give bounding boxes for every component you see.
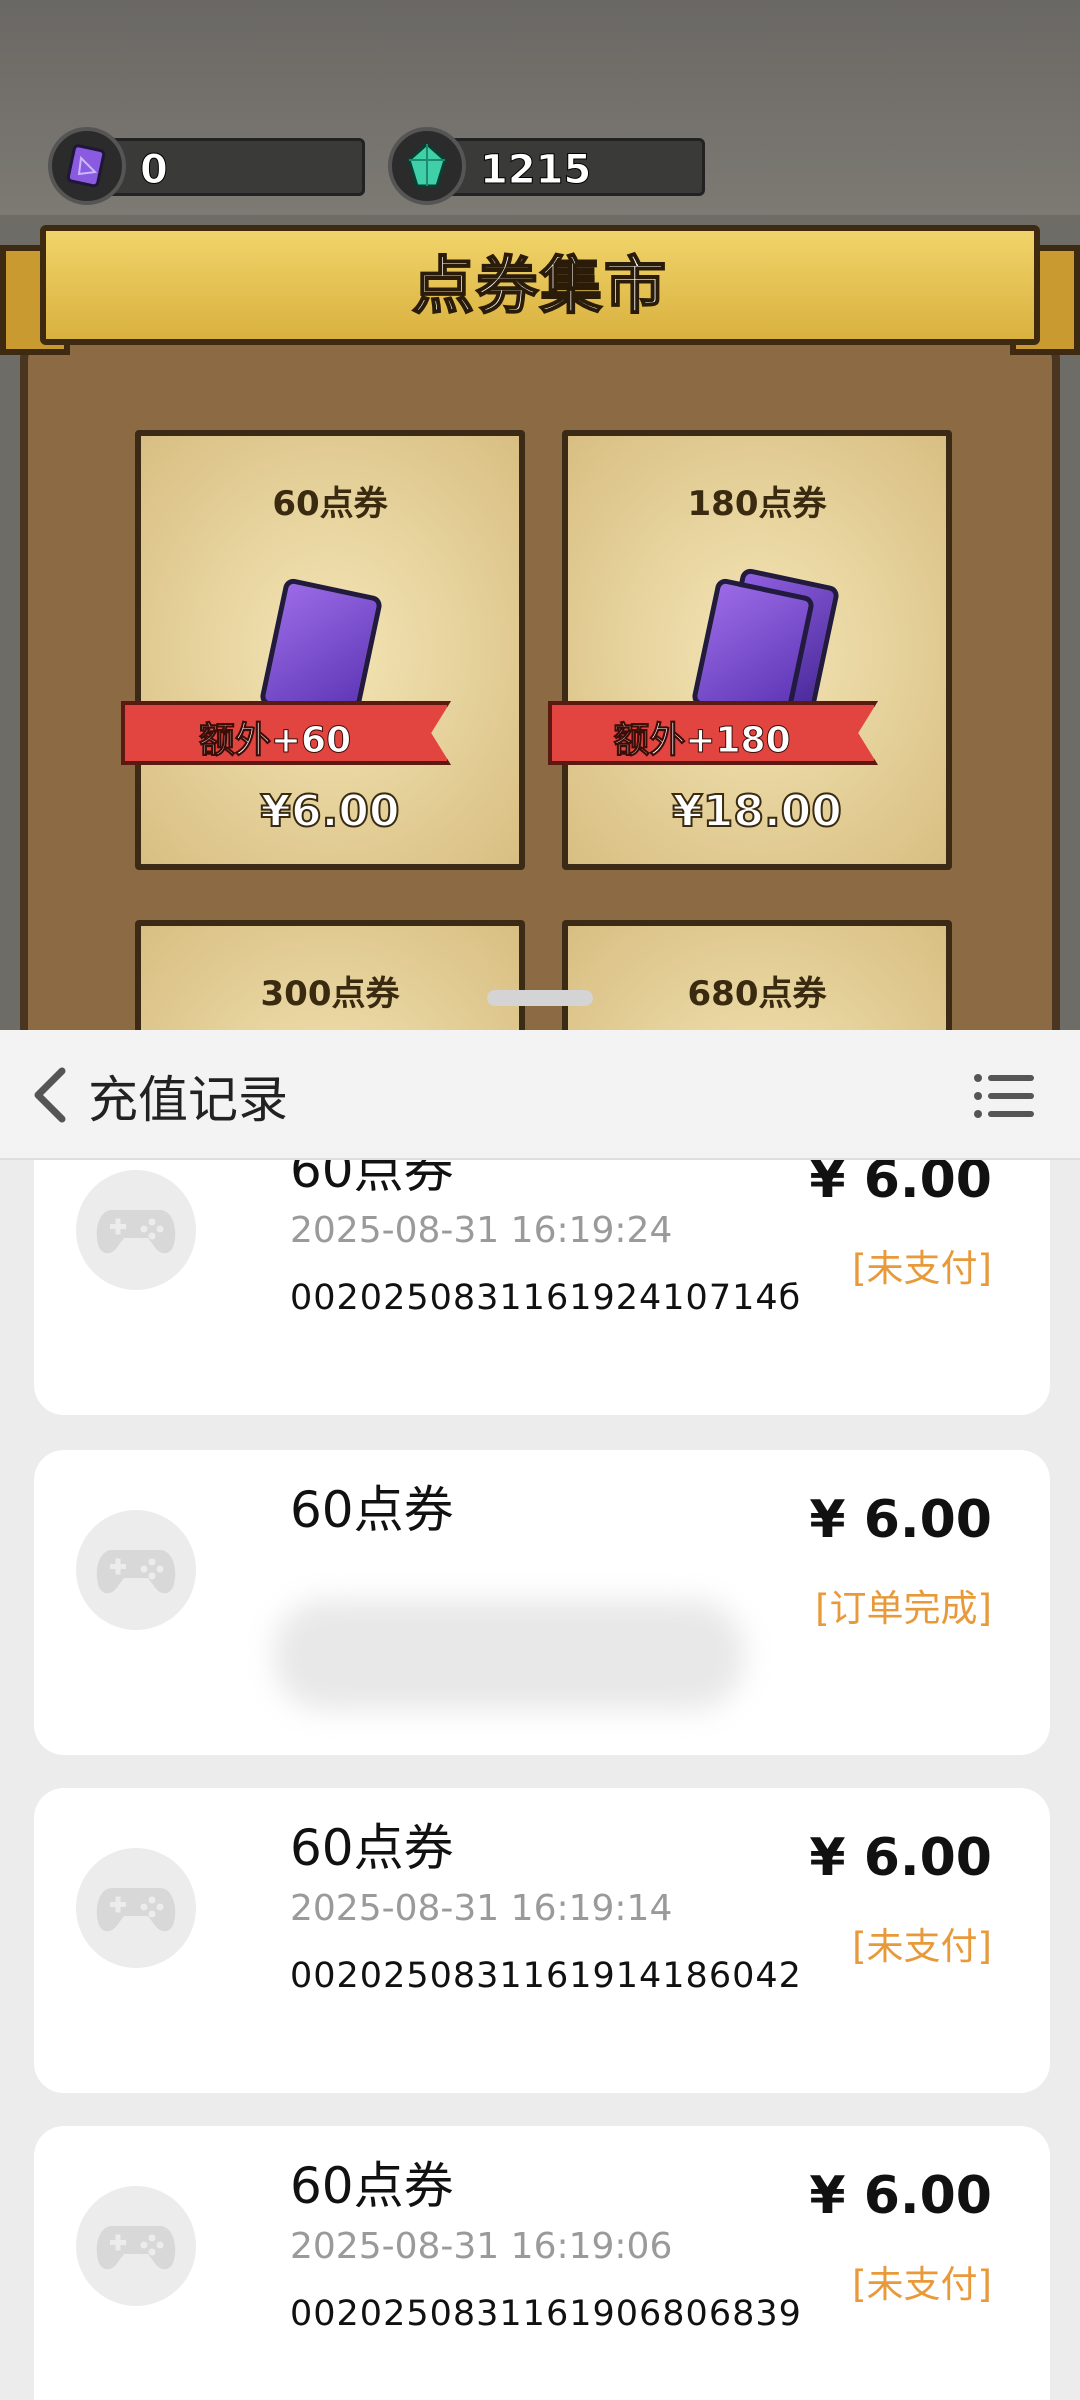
- shop-title: 点券集市: [411, 248, 668, 323]
- page-title: 充值记录: [88, 1071, 288, 1129]
- gamepad-icon: [96, 1210, 176, 1254]
- menu-button[interactable]: [970, 1066, 1040, 1126]
- gamepad-icon: [96, 1550, 176, 1594]
- record-title: 60点券: [290, 1160, 454, 1199]
- card-price: ¥18.00: [671, 785, 843, 838]
- record-item[interactable]: 60点券 2025-08-31 16:19:06 002025083116190…: [34, 2126, 1050, 2400]
- gamepad-icon: [96, 1888, 176, 1932]
- bonus-ribbon: 额外+180: [548, 701, 878, 765]
- record-status[interactable]: [未支付]: [852, 2254, 992, 2308]
- chevron-left-icon: [34, 1067, 66, 1123]
- record-price: ¥ 6.00: [809, 1828, 992, 1888]
- gamepad-icon: [96, 2226, 176, 2270]
- record-order-number: 0020250831161906806839: [290, 2294, 802, 2334]
- card-price: ¥6.00: [259, 785, 400, 838]
- gamepad-avatar: [76, 1170, 196, 1290]
- shop-card-180[interactable]: 180点券 额外+180 ¥18.00: [548, 430, 952, 870]
- record-title: 60点券: [290, 1819, 454, 1877]
- gem-resource: 1215: [388, 127, 705, 205]
- record-price: ¥ 6.00: [809, 1160, 992, 1210]
- list-menu-icon: [974, 1074, 1034, 1118]
- gamepad-avatar: [76, 1510, 196, 1630]
- card-name: 680点券: [687, 974, 827, 1014]
- record-status[interactable]: [未支付]: [852, 1238, 992, 1292]
- record-status[interactable]: [未支付]: [852, 1916, 992, 1970]
- shop-card-60[interactable]: 60点券 额外+60 ¥6.00: [121, 430, 525, 870]
- record-price: ¥ 6.00: [809, 1490, 992, 1550]
- card-name: 60点券: [272, 484, 388, 524]
- shop-card-680[interactable]: 680点券: [562, 920, 952, 1030]
- purple-ticket-icon: [48, 127, 126, 205]
- record-status[interactable]: [订单完成]: [815, 1578, 992, 1632]
- record-order-number: 002025083116192410714б: [290, 1278, 802, 1318]
- record-title: 60点券: [290, 1481, 454, 1539]
- record-item[interactable]: 60点券 ¥ 6.00 [订单完成]: [34, 1450, 1050, 1755]
- record-item[interactable]: 60点券 2025-08-31 16:19:24 002025083116192…: [34, 1160, 1050, 1415]
- record-order-number: 0020250831161914186042: [290, 1956, 802, 1996]
- record-time: 2025-08-31 16:19:06: [290, 2226, 673, 2267]
- bonus-ribbon: 额外+60: [121, 701, 451, 765]
- shop-card-300[interactable]: 300点券: [135, 920, 525, 1030]
- back-button[interactable]: [20, 1065, 80, 1125]
- gem-count: 1215: [479, 147, 592, 194]
- bonus-text: 额外+60: [198, 720, 352, 762]
- record-title: 60点券: [290, 2157, 454, 2215]
- record-time: 2025-08-31 16:19:24: [290, 1210, 673, 1251]
- sheet-drag-handle[interactable]: [487, 990, 593, 1006]
- gamepad-avatar: [76, 2186, 196, 2306]
- ticket-count: 0: [140, 147, 169, 194]
- record-price: ¥ 6.00: [809, 2166, 992, 2226]
- card-name: 180点券: [687, 484, 827, 524]
- gamepad-avatar: [76, 1848, 196, 1968]
- game-shop-area: 0 1215 点券集市 60点券 额外+60 ¥6.00 180点券 额外+18…: [0, 0, 1080, 1030]
- record-item[interactable]: 60点券 2025-08-31 16:19:14 002025083116191…: [34, 1788, 1050, 2093]
- record-list[interactable]: 60点券 2025-08-31 16:19:24 002025083116192…: [0, 1160, 1080, 2400]
- ticket-resource: 0: [48, 127, 365, 205]
- card-name: 300点券: [260, 974, 400, 1014]
- green-gem-icon: [388, 127, 466, 205]
- record-time: 2025-08-31 16:19:14: [290, 1888, 673, 1929]
- recharge-record-sheet: 充值记录 60点券 2025-08-31 16:19:24 0020250831…: [0, 1030, 1080, 2400]
- sheet-header: 充值记录: [0, 1030, 1080, 1160]
- bonus-text: 额外+180: [613, 720, 791, 762]
- shop-banner: 点券集市: [0, 215, 1080, 365]
- redacted-details: [274, 1600, 744, 1710]
